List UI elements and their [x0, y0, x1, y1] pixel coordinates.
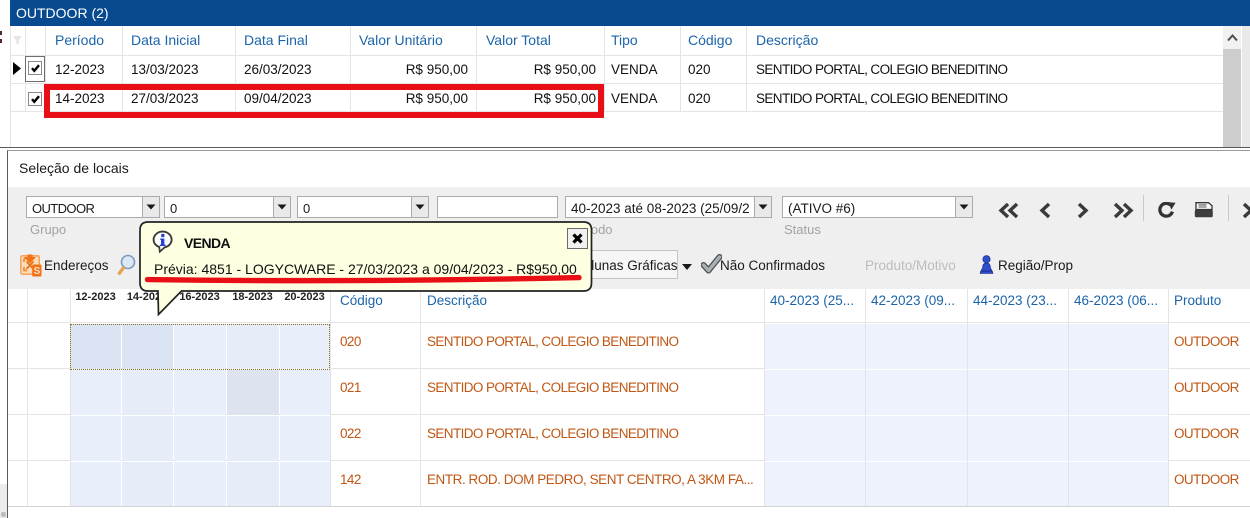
svg-text:S: S: [34, 266, 41, 277]
